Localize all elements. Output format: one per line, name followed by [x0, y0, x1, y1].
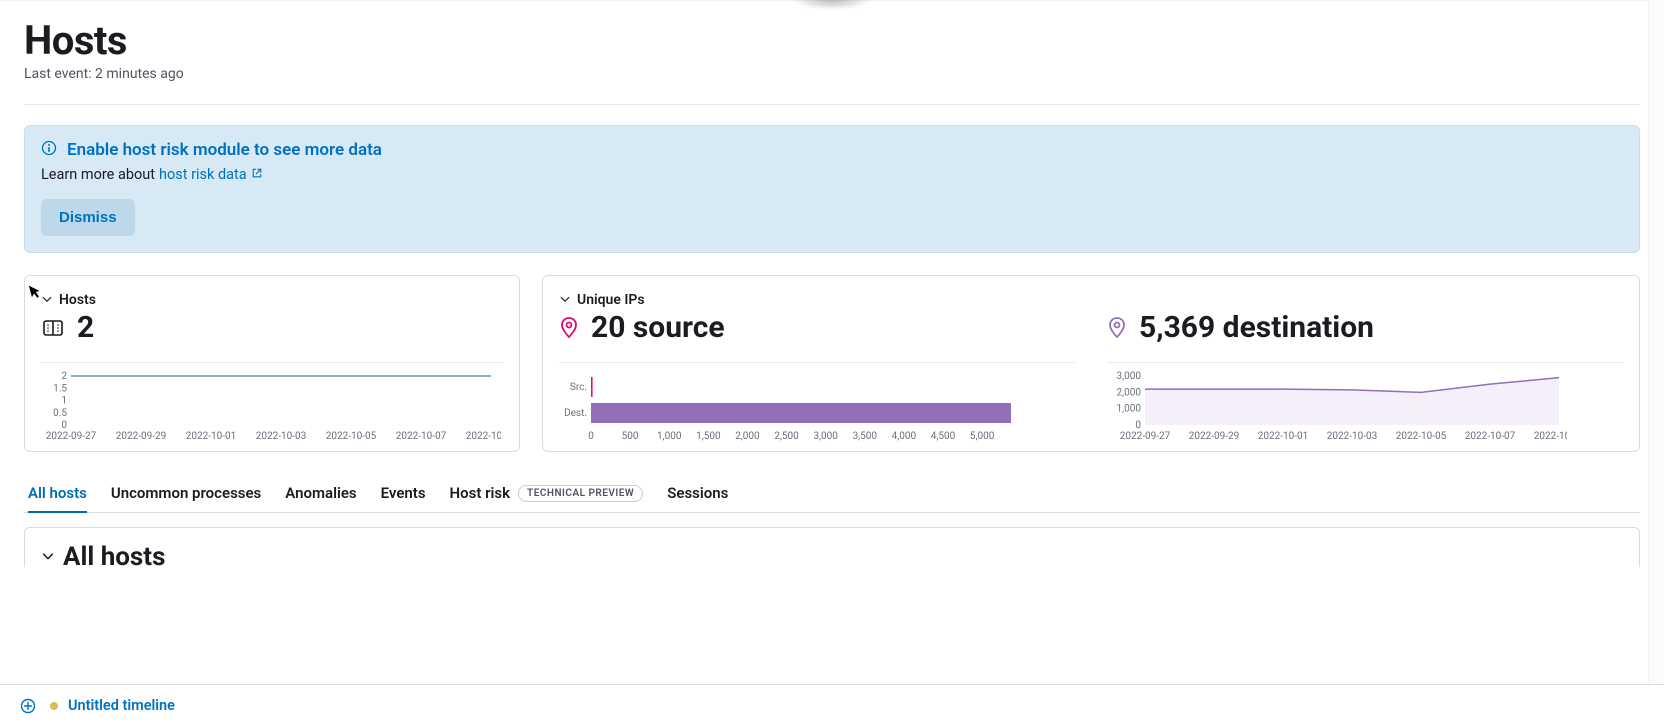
timeline-bar: Untitled timeline: [0, 684, 1664, 726]
svg-text:2: 2: [61, 371, 67, 382]
callout-title: Enable host risk module to see more data: [67, 140, 382, 160]
tab-label: Events: [381, 484, 426, 502]
callout-link-text: host risk data: [159, 166, 247, 183]
dismiss-button[interactable]: Dismiss: [41, 199, 135, 236]
svg-text:2022-10-05: 2022-10-05: [326, 431, 377, 441]
svg-text:1: 1: [61, 396, 67, 407]
add-timeline-button[interactable]: [20, 698, 36, 714]
callout-desc-prefix: Learn more about: [41, 166, 155, 183]
svg-text:0.5: 0.5: [53, 408, 67, 419]
host-tabs: All hosts Uncommon processes Anomalies Even…: [24, 476, 1640, 513]
svg-text:2022-10-09: 2022-10-09: [466, 431, 501, 441]
page-subtitle: Last event: 2 minutes ago: [24, 66, 1640, 82]
host-risk-data-link[interactable]: host risk data: [159, 166, 263, 183]
host-risk-callout: Enable host risk module to see more data…: [24, 125, 1640, 253]
tab-anomalies[interactable]: Anomalies: [285, 476, 356, 512]
hosts-panel-label: Hosts: [59, 292, 96, 308]
hosts-icon: [41, 316, 65, 340]
svg-text:1,000: 1,000: [657, 431, 682, 441]
svg-text:2022-10-03: 2022-10-03: [256, 431, 307, 441]
tab-uncommon-processes[interactable]: Uncommon processes: [111, 476, 261, 512]
all-hosts-section-toggle[interactable]: All hosts: [41, 542, 1623, 567]
svg-text:2022-10-03: 2022-10-03: [1327, 431, 1378, 441]
svg-text:2022-10-07: 2022-10-07: [396, 431, 447, 441]
tab-label: Sessions: [667, 484, 728, 502]
tab-host-risk[interactable]: Host risk TECHNICAL PREVIEW: [450, 476, 644, 512]
chevron-down-icon: [559, 290, 571, 309]
svg-text:4,000: 4,000: [892, 431, 917, 441]
svg-text:0: 0: [1135, 420, 1141, 431]
scrollbar-gutter[interactable]: [1648, 0, 1664, 684]
info-icon: [41, 140, 57, 160]
status-dot-icon: [50, 702, 58, 710]
hosts-line-chart[interactable]: 00.51 1.52 2022-09-27 2022-09-29 2022-10-01 2…: [41, 371, 503, 441]
destination-ips-line-chart[interactable]: 0 1,000 2,000 3,000 2022-09-27 2022-09-29 2022…: [1107, 371, 1623, 441]
tab-label: Uncommon processes: [111, 484, 261, 502]
svg-text:2,000: 2,000: [735, 431, 760, 441]
hosts-panel: Hosts 2 00.511: [24, 275, 520, 452]
svg-text:Src.: Src.: [570, 382, 587, 393]
svg-text:2022-10-09: 2022-10-09: [1534, 431, 1567, 441]
svg-text:500: 500: [622, 431, 639, 441]
tab-label: Host risk: [450, 484, 511, 502]
source-ips-count: 20 source: [591, 311, 725, 344]
svg-text:2022-09-29: 2022-09-29: [1189, 431, 1240, 441]
svg-text:1.5: 1.5: [53, 383, 67, 394]
chevron-down-icon: [41, 290, 53, 309]
svg-text:2022-10-01: 2022-10-01: [1258, 431, 1309, 441]
svg-text:2022-09-29: 2022-09-29: [116, 431, 167, 441]
tab-label: All hosts: [28, 484, 87, 502]
tab-label: Anomalies: [285, 484, 356, 502]
hosts-panel-toggle[interactable]: Hosts: [41, 290, 503, 309]
unique-ips-bar-chart[interactable]: Src. Dest. 0 500 1,000 1,500 2,000 2,500 3,000 3,…: [559, 371, 1075, 441]
hosts-count: 2: [77, 311, 94, 344]
svg-text:2022-10-07: 2022-10-07: [1465, 431, 1516, 441]
timeline-link[interactable]: Untitled timeline: [50, 697, 175, 714]
svg-text:2022-09-27: 2022-09-27: [46, 431, 97, 441]
divider: [24, 104, 1640, 105]
source-pin-icon: [559, 316, 579, 340]
svg-text:5,000: 5,000: [970, 431, 995, 441]
tab-sessions[interactable]: Sessions: [667, 476, 728, 512]
svg-text:2022-09-27: 2022-09-27: [1120, 431, 1171, 441]
svg-text:2022-10-01: 2022-10-01: [186, 431, 237, 441]
svg-text:2022-10-05: 2022-10-05: [1396, 431, 1447, 441]
svg-text:1,000: 1,000: [1117, 404, 1142, 415]
svg-text:Dest.: Dest.: [564, 408, 587, 419]
tab-events[interactable]: Events: [381, 476, 426, 512]
destination-pin-icon: [1107, 316, 1127, 340]
page-title: Hosts: [24, 17, 1640, 64]
unique-ips-panel: Unique IPs 20 source Src. Dest. 0: [542, 275, 1640, 452]
svg-text:0: 0: [588, 431, 594, 441]
svg-text:0: 0: [61, 420, 67, 431]
section-title: All hosts: [63, 542, 165, 567]
chevron-down-icon: [41, 548, 55, 567]
unique-ips-panel-toggle[interactable]: Unique IPs: [559, 290, 1623, 309]
svg-text:2,000: 2,000: [1117, 387, 1142, 398]
svg-text:4,500: 4,500: [931, 431, 956, 441]
svg-text:1,500: 1,500: [696, 431, 721, 441]
svg-text:2,500: 2,500: [774, 431, 799, 441]
external-link-icon: [251, 166, 263, 183]
tab-all-hosts[interactable]: All hosts: [28, 476, 87, 512]
svg-text:3,000: 3,000: [813, 431, 838, 441]
unique-ips-panel-label: Unique IPs: [577, 292, 645, 308]
all-hosts-section: All hosts: [24, 527, 1640, 567]
destination-ips-count: 5,369 destination: [1139, 311, 1374, 344]
svg-text:3,000: 3,000: [1117, 371, 1142, 382]
technical-preview-badge: TECHNICAL PREVIEW: [518, 485, 643, 502]
svg-text:3,500: 3,500: [853, 431, 878, 441]
timeline-name: Untitled timeline: [68, 697, 175, 714]
